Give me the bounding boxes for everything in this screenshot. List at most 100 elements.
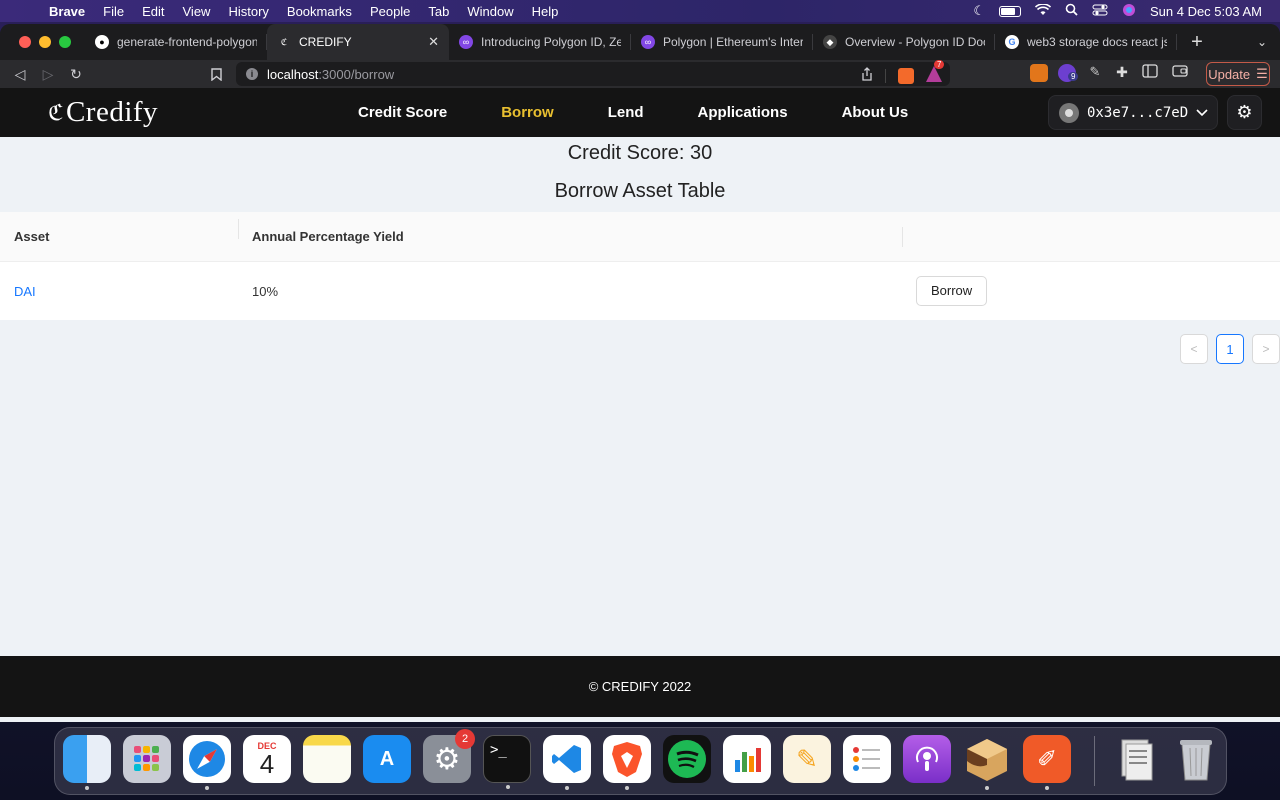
url-host: localhost [267, 66, 319, 82]
footer-copyright: © CREDIFY 2022 [588, 679, 692, 694]
pagination-next-button[interactable]: > [1252, 334, 1280, 364]
tab-search-chevron-icon[interactable]: ⌄ [1244, 24, 1280, 60]
zoom-window-button[interactable] [59, 36, 71, 48]
launchpad-icon[interactable] [123, 735, 171, 783]
settings-button[interactable]: ⚙ [1227, 95, 1262, 130]
bookmark-icon[interactable] [202, 60, 230, 88]
calendar-icon[interactable]: DEC 4 [243, 735, 291, 783]
nav-applications[interactable]: Applications [698, 104, 788, 121]
tab-google-search[interactable]: G web3 storage docs react js - G [995, 24, 1177, 60]
site-info-icon[interactable]: i [246, 68, 258, 80]
menu-app-name[interactable]: Brave [40, 4, 94, 19]
menu-tab[interactable]: Tab [419, 4, 458, 19]
menu-window[interactable]: Window [458, 4, 522, 19]
running-indicator [205, 786, 209, 790]
tab-credify[interactable]: ℭ CREDIFY ✕ [267, 24, 449, 60]
brave-rewards-button[interactable]: 7 [926, 60, 945, 85]
google-icon: G [1005, 35, 1019, 49]
tab-polygon[interactable]: ∞ Polygon | Ethereum's Internet [631, 24, 813, 60]
reminders-icon[interactable] [843, 735, 891, 783]
pages-icon[interactable]: ✎ [783, 735, 831, 783]
menu-file[interactable]: File [94, 4, 133, 19]
postman-icon[interactable]: ✐ [1023, 735, 1071, 790]
logo-text: Credify [65, 96, 159, 128]
app-store-icon[interactable]: A [363, 735, 411, 783]
trash-icon[interactable] [1172, 735, 1220, 783]
tab-polygon-id-intro[interactable]: ∞ Introducing Polygon ID, Zero-K [449, 24, 631, 60]
extensions-puzzle-icon[interactable]: ✚ [1113, 64, 1131, 82]
menu-help[interactable]: Help [523, 4, 568, 19]
notification-badge: 2 [455, 729, 475, 749]
update-button[interactable]: Update ☰ [1206, 62, 1270, 86]
reload-button[interactable]: ↻ [62, 60, 90, 88]
credify-logo[interactable]: ℭ Credify [48, 96, 158, 129]
back-button[interactable]: ◁ [6, 60, 34, 88]
terminal-icon[interactable]: >_ [483, 735, 531, 789]
menu-view[interactable]: View [174, 4, 220, 19]
update-label: Update [1208, 66, 1251, 82]
tab-polygon-id-docs[interactable]: ◆ Overview - Polygon ID Docum [813, 24, 995, 60]
wallet-icon[interactable] [1172, 64, 1190, 82]
wallet-account-button[interactable]: 0x3e7...c7eD [1048, 95, 1218, 130]
macos-dock: DEC 4 A ⚙ 2 >_ ✎ ✐ [54, 727, 1227, 795]
focus-moon-icon[interactable]: ☾ [973, 3, 985, 19]
running-indicator [625, 786, 629, 790]
downloads-stack-icon[interactable] [1112, 735, 1160, 783]
menu-bookmarks[interactable]: Bookmarks [278, 4, 361, 19]
tab-title: CREDIFY [299, 35, 352, 49]
site-footer: © CREDIFY 2022 [0, 656, 1280, 717]
credify-favicon-icon: ℭ [280, 36, 288, 47]
close-tab-icon[interactable]: ✕ [428, 34, 439, 50]
new-tab-button[interactable]: + [1177, 24, 1217, 60]
share-icon[interactable] [861, 67, 873, 84]
credit-score-heading: Credit Score: 30 [567, 142, 713, 164]
search-icon[interactable] [1065, 3, 1078, 19]
browser-window: ● generate-frontend-polygon-id ℭ CREDIFY… [0, 24, 1280, 722]
forward-button[interactable]: ▷ [34, 60, 62, 88]
menu-hamburger-icon: ☰ [1256, 66, 1268, 81]
pagination-page-1[interactable]: 1 [1216, 334, 1244, 364]
battery-icon[interactable] [998, 5, 1021, 17]
window-controls [0, 24, 85, 60]
menu-edit[interactable]: Edit [133, 4, 173, 19]
tab-title: generate-frontend-polygon-id [117, 35, 257, 49]
extension-badge: 9 [1068, 72, 1079, 81]
siri-icon[interactable] [1122, 3, 1136, 20]
close-window-button[interactable] [19, 36, 31, 48]
minimize-window-button[interactable] [39, 36, 51, 48]
borrow-button[interactable]: Borrow [916, 276, 988, 306]
address-bar[interactable]: i localhost:3000/borrow 7 [236, 60, 950, 86]
tab-github[interactable]: ● generate-frontend-polygon-id [85, 24, 267, 60]
nav-lend[interactable]: Lend [608, 104, 644, 121]
avatar [1059, 102, 1079, 123]
safari-icon[interactable] [183, 735, 231, 790]
notes-icon[interactable] [303, 735, 351, 783]
polygon-extension-icon[interactable]: 9 [1058, 64, 1079, 82]
borrow-asset-table: Asset Annual Percentage Yield DAI 10% Bo… [0, 212, 1280, 320]
nav-about-us[interactable]: About Us [842, 104, 909, 121]
menu-people[interactable]: People [361, 4, 419, 19]
pagination-prev-button[interactable]: < [1180, 334, 1208, 364]
nav-credit-score[interactable]: Credit Score [358, 104, 447, 121]
spotify-icon[interactable] [663, 735, 711, 783]
numbers-icon[interactable] [723, 735, 771, 783]
vscode-icon[interactable] [543, 735, 591, 790]
archive-utility-icon[interactable] [963, 735, 1011, 790]
asset-link[interactable]: DAI [14, 284, 36, 299]
sidebar-icon[interactable] [1142, 64, 1160, 82]
metamask-icon[interactable] [1030, 64, 1048, 82]
wallet-address: 0x3e7...c7eD [1087, 104, 1189, 121]
wifi-icon[interactable] [1034, 2, 1052, 19]
brave-browser-icon[interactable] [603, 735, 651, 790]
podcasts-icon[interactable] [903, 735, 951, 783]
toolbar-divider [885, 68, 886, 83]
control-center-icon[interactable] [1092, 4, 1108, 19]
system-preferences-icon[interactable]: ⚙ 2 [423, 729, 475, 783]
pen-extension-icon[interactable]: ✎ [1086, 64, 1104, 82]
finder-icon[interactable] [63, 735, 111, 790]
brave-shields-icon[interactable] [898, 67, 914, 84]
nav-borrow[interactable]: Borrow [501, 104, 554, 121]
apy-value: 10% [252, 283, 279, 299]
menubar-clock[interactable]: Sun 4 Dec 5:03 AM [1150, 4, 1262, 19]
menu-history[interactable]: History [219, 4, 277, 19]
